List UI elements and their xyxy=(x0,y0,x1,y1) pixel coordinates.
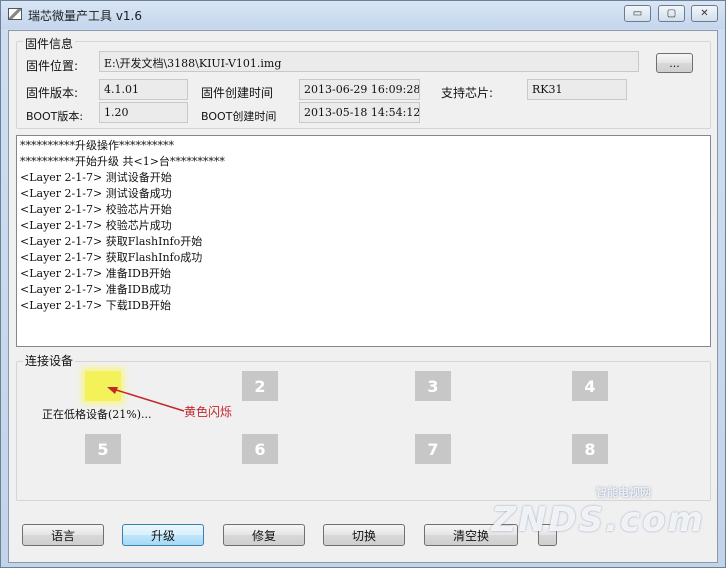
firmware-version-field: 4.1.01 xyxy=(99,79,188,100)
chip-label: 支持芯片: xyxy=(441,86,494,100)
device-slot-7[interactable]: 7 xyxy=(415,434,451,464)
device-slot-5-label: 5 xyxy=(97,439,109,459)
upgrade-button[interactable]: 升级 xyxy=(122,524,204,546)
boot-version-label: BOOT版本: xyxy=(26,110,84,123)
log-line: <Layer 2-1-7> 测试设备成功 xyxy=(20,187,172,200)
firmware-create-time-field: 2013-06-29 16:09:28 xyxy=(299,79,420,100)
title-bar[interactable]: 瑞芯微量产工具 v1.6 ▭ ▢ ✕ xyxy=(1,1,725,29)
boot-create-time-label: BOOT创建时间 xyxy=(201,110,277,123)
device-slot-5[interactable]: 5 xyxy=(85,434,121,464)
log-line: <Layer 2-1-7> 准备IDB成功 xyxy=(20,283,171,296)
device-slot-2-label: 2 xyxy=(254,376,266,396)
log-line: <Layer 2-1-7> 下载IDB开始 xyxy=(20,299,171,312)
chip-field: RK31 xyxy=(527,79,627,100)
browse-button[interactable]: ... xyxy=(656,53,693,73)
firmware-info-group-label: 固件信息 xyxy=(23,35,76,52)
log-line: <Layer 2-1-7> 测试设备开始 xyxy=(20,171,172,184)
device-slot-3-label: 3 xyxy=(427,376,439,396)
watermark-logo: ZNDS.com xyxy=(491,500,705,540)
device-slot-4[interactable]: 4 xyxy=(572,371,608,401)
repair-button[interactable]: 修复 xyxy=(223,524,305,546)
device-slot-3[interactable]: 3 xyxy=(415,371,451,401)
minimize-button[interactable]: ▭ xyxy=(624,5,651,22)
client-area: 固件信息 固件位置: E:\开发文档\3188\KIUI-V101.img ..… xyxy=(8,30,718,563)
app-window: 瑞芯微量产工具 v1.6 ▭ ▢ ✕ 固件信息 固件位置: E:\开发文档\31… xyxy=(0,0,726,568)
log-line: <Layer 2-1-7> 校验芯片成功 xyxy=(20,219,172,232)
device-slot-7-label: 7 xyxy=(427,439,439,459)
boot-create-time-field: 2013-05-18 14:54:12 xyxy=(299,102,420,123)
device-slot-2[interactable]: 2 xyxy=(242,371,278,401)
window-title: 瑞芯微量产工具 v1.6 xyxy=(28,9,143,23)
device-slot-6[interactable]: 6 xyxy=(242,434,278,464)
device-slot-8[interactable]: 8 xyxy=(572,434,608,464)
log-line: **********开始升级 共<1>台********** xyxy=(20,155,225,168)
switch-button[interactable]: 切换 xyxy=(323,524,405,546)
firmware-location-label: 固件位置: xyxy=(26,59,79,73)
device-slot-4-label: 4 xyxy=(584,376,596,396)
log-line: <Layer 2-1-7> 校验芯片开始 xyxy=(20,203,172,216)
annotation-text: 黄色闪烁 xyxy=(184,405,233,419)
log-line: <Layer 2-1-7> 获取FlashInfo成功 xyxy=(20,251,203,264)
app-icon xyxy=(8,8,22,20)
log-line: <Layer 2-1-7> 准备IDB开始 xyxy=(20,267,171,280)
firmware-location-field[interactable]: E:\开发文档\3188\KIUI-V101.img xyxy=(99,51,639,72)
log-line: **********升级操作********** xyxy=(20,139,174,152)
close-button[interactable]: ✕ xyxy=(691,5,718,22)
maximize-button[interactable]: ▢ xyxy=(658,5,685,22)
log-textarea[interactable]: **********升级操作********** **********开始升级 共… xyxy=(16,135,711,347)
firmware-create-time-label: 固件创建时间 xyxy=(201,86,274,100)
watermark-subtitle: 智能电视网 xyxy=(596,486,651,499)
connected-devices-group-label: 连接设备 xyxy=(23,352,76,369)
device-slot-6-label: 6 xyxy=(254,439,266,459)
annotation-arrow-icon xyxy=(107,387,185,412)
language-button[interactable]: 语言 xyxy=(22,524,104,546)
firmware-version-label: 固件版本: xyxy=(26,86,79,100)
device-slot-8-label: 8 xyxy=(584,439,596,459)
boot-version-field: 1.20 xyxy=(99,102,188,123)
log-line: <Layer 2-1-7> 获取FlashInfo开始 xyxy=(20,235,203,248)
